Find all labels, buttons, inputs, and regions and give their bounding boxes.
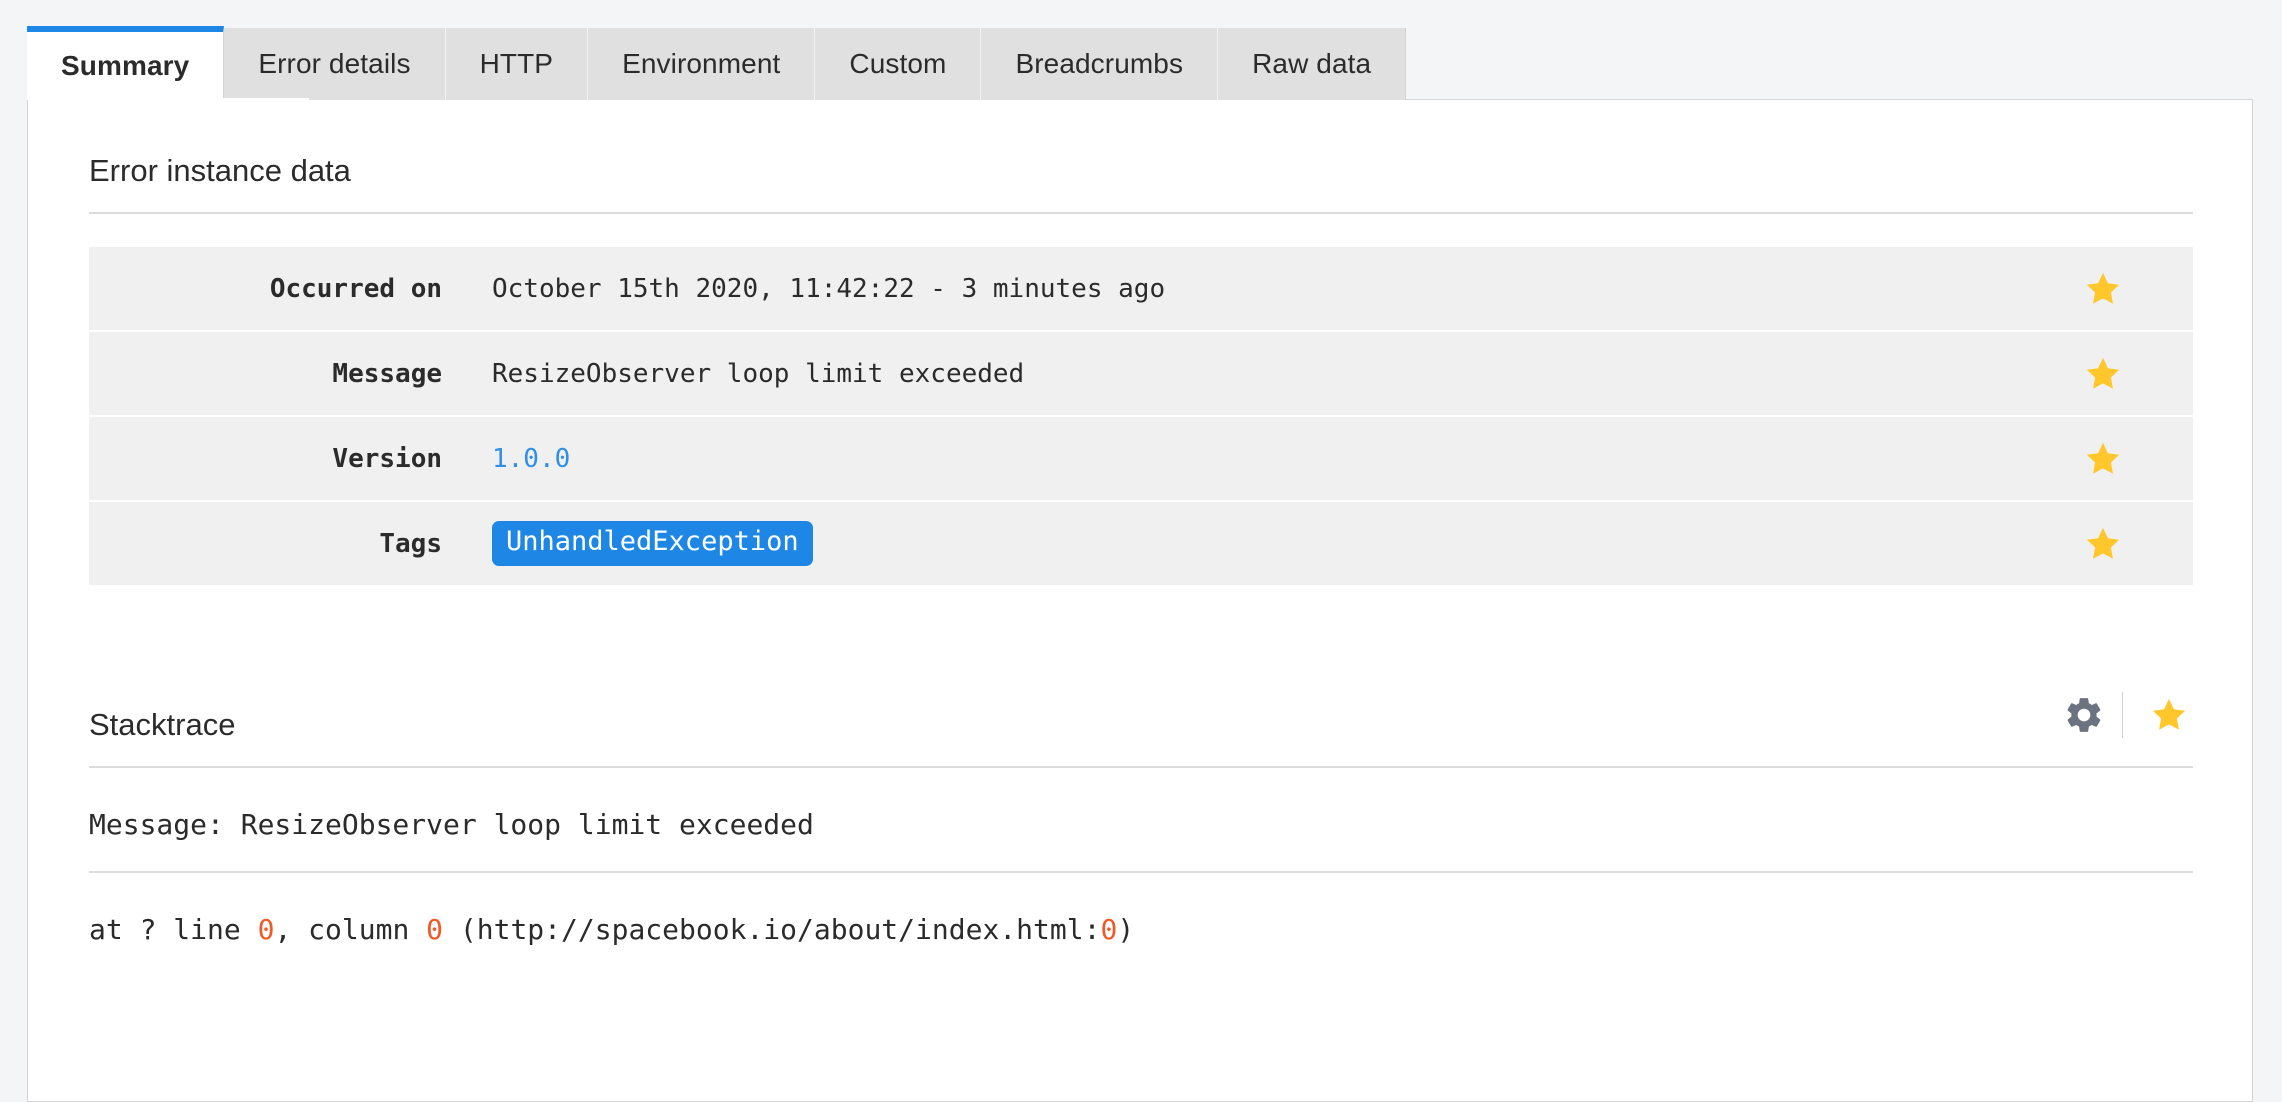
- stacktrace-number: 0: [426, 913, 444, 946]
- stacktrace-heading: Stacktrace: [89, 692, 2193, 768]
- table-row: Version 1.0.0: [89, 417, 2193, 500]
- tab-summary[interactable]: Summary: [27, 26, 225, 100]
- table-row: Occurred on October 15th 2020, 11:42:22 …: [89, 247, 2193, 330]
- row-value: 1.0.0: [492, 444, 2073, 474]
- table-row: Message ResizeObserver loop limit exceed…: [89, 332, 2193, 415]
- star-icon[interactable]: [2145, 692, 2193, 738]
- stacktrace-text: ): [1117, 913, 1135, 946]
- stacktrace-number: 0: [257, 913, 275, 946]
- row-label: Occurred on: [269, 273, 442, 304]
- error-instance-section: Error instance data Occurred on October …: [89, 100, 2193, 585]
- content-inner: Error instance data Occurred on October …: [89, 100, 2193, 976]
- tab-label: Custom: [849, 48, 947, 79]
- table-row: Tags UnhandledException: [89, 502, 2193, 585]
- stacktrace-body: Message: ResizeObserver loop limit excee…: [89, 768, 2193, 976]
- stacktrace-line: at ? line 0, column 0 (http://spacebook.…: [89, 873, 2193, 976]
- row-label: Message: [332, 358, 442, 389]
- tab-label: Summary: [61, 50, 190, 81]
- error-instance-page: Summary Error details HTTP Environment C…: [0, 0, 2282, 1102]
- tab-bar: Summary Error details HTTP Environment C…: [27, 26, 1407, 100]
- tab-raw-data[interactable]: Raw data: [1218, 28, 1407, 100]
- stacktrace-line: Message: ResizeObserver loop limit excee…: [89, 768, 2193, 873]
- section-title: Error instance data: [89, 153, 351, 188]
- row-label: Tags: [379, 528, 442, 559]
- star-icon[interactable]: [2073, 440, 2193, 478]
- row-value: UnhandledException: [492, 521, 2073, 566]
- tab-label: Breadcrumbs: [1015, 48, 1184, 79]
- stacktrace-text: at ? line: [89, 913, 258, 946]
- tab-label: Raw data: [1252, 48, 1372, 79]
- stacktrace-actions: [2056, 692, 2193, 740]
- star-icon[interactable]: [2073, 525, 2193, 563]
- star-icon[interactable]: [2073, 270, 2193, 308]
- section-title: Stacktrace: [89, 707, 236, 742]
- tab-error-details[interactable]: Error details: [224, 28, 446, 100]
- tag-badge[interactable]: UnhandledException: [492, 521, 813, 566]
- tab-http[interactable]: HTTP: [445, 28, 589, 100]
- row-label: Version: [332, 443, 442, 474]
- active-tab-mask: [28, 98, 309, 101]
- tab-label: HTTP: [479, 48, 554, 79]
- tab-content-panel: Error instance data Occurred on October …: [27, 99, 2253, 1102]
- row-value: ResizeObserver loop limit exceeded: [492, 358, 1025, 389]
- star-icon[interactable]: [2073, 355, 2193, 393]
- tab-label: Error details: [258, 48, 411, 79]
- stacktrace-text: , column: [274, 913, 427, 946]
- error-instance-heading: Error instance data: [89, 155, 2193, 214]
- stacktrace-section: Stacktrace Message: ResizeObserver loop …: [89, 587, 2193, 976]
- tab-breadcrumbs[interactable]: Breadcrumbs: [981, 28, 1219, 100]
- error-instance-table: Occurred on October 15th 2020, 11:42:22 …: [89, 247, 2193, 585]
- gear-icon[interactable]: [2056, 692, 2112, 738]
- stacktrace-number: 0: [1100, 913, 1118, 946]
- tab-environment[interactable]: Environment: [588, 28, 816, 100]
- row-value: October 15th 2020, 11:42:22 - 3 minutes …: [492, 273, 1166, 304]
- tab-custom[interactable]: Custom: [815, 28, 982, 100]
- tab-label: Environment: [622, 48, 781, 79]
- stacktrace-text: (http://spacebook.io/about/index.html:: [443, 913, 1101, 946]
- version-link[interactable]: 1.0.0: [492, 444, 570, 474]
- action-divider: [2122, 692, 2123, 738]
